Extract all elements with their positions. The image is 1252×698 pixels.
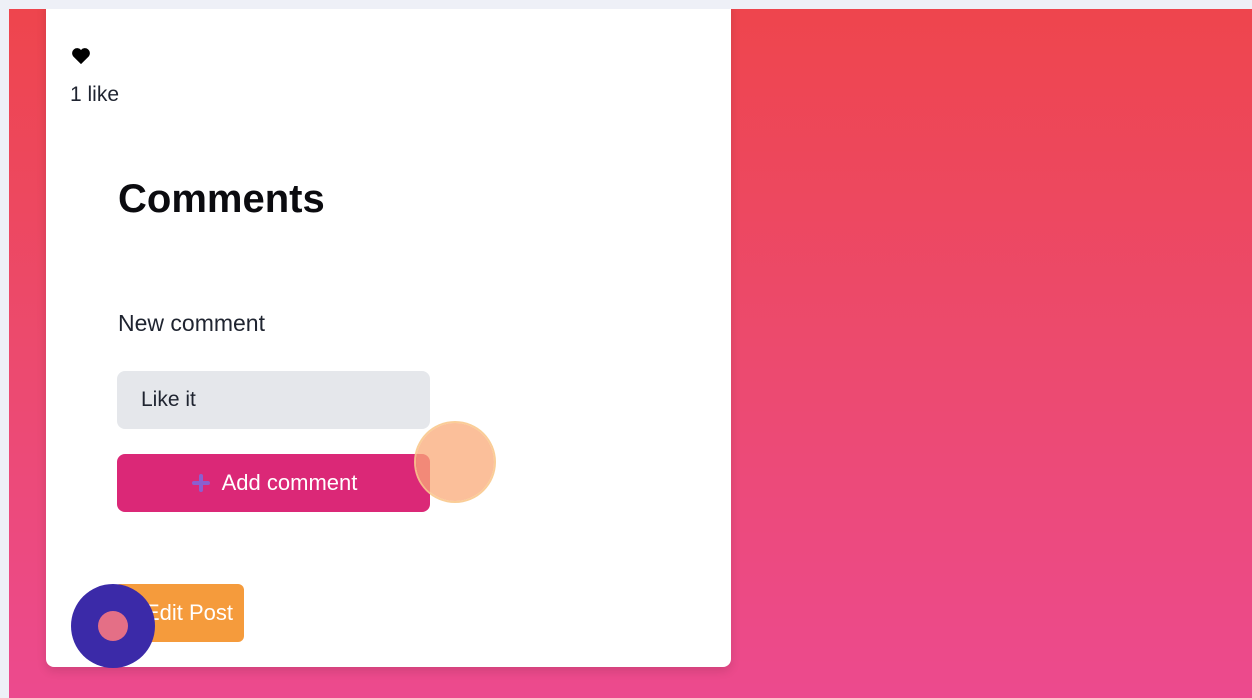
post-card: 1 like Comments New comment Add comment … bbox=[46, 9, 731, 668]
new-comment-label: New comment bbox=[118, 310, 265, 336]
add-comment-label: Add comment bbox=[221, 470, 358, 495]
page-background: 1 like Comments New comment Add comment … bbox=[9, 9, 1252, 698]
add-comment-button[interactable]: Add comment bbox=[117, 454, 430, 512]
click-highlight bbox=[416, 423, 494, 501]
like-count: 1 like bbox=[70, 83, 120, 106]
comment-input[interactable] bbox=[117, 371, 430, 429]
plus-icon bbox=[191, 474, 210, 492]
recorder-badge[interactable] bbox=[71, 584, 155, 668]
heart-icon[interactable] bbox=[71, 47, 91, 65]
comments-heading: Comments bbox=[118, 177, 325, 221]
record-dot-icon bbox=[98, 611, 128, 641]
